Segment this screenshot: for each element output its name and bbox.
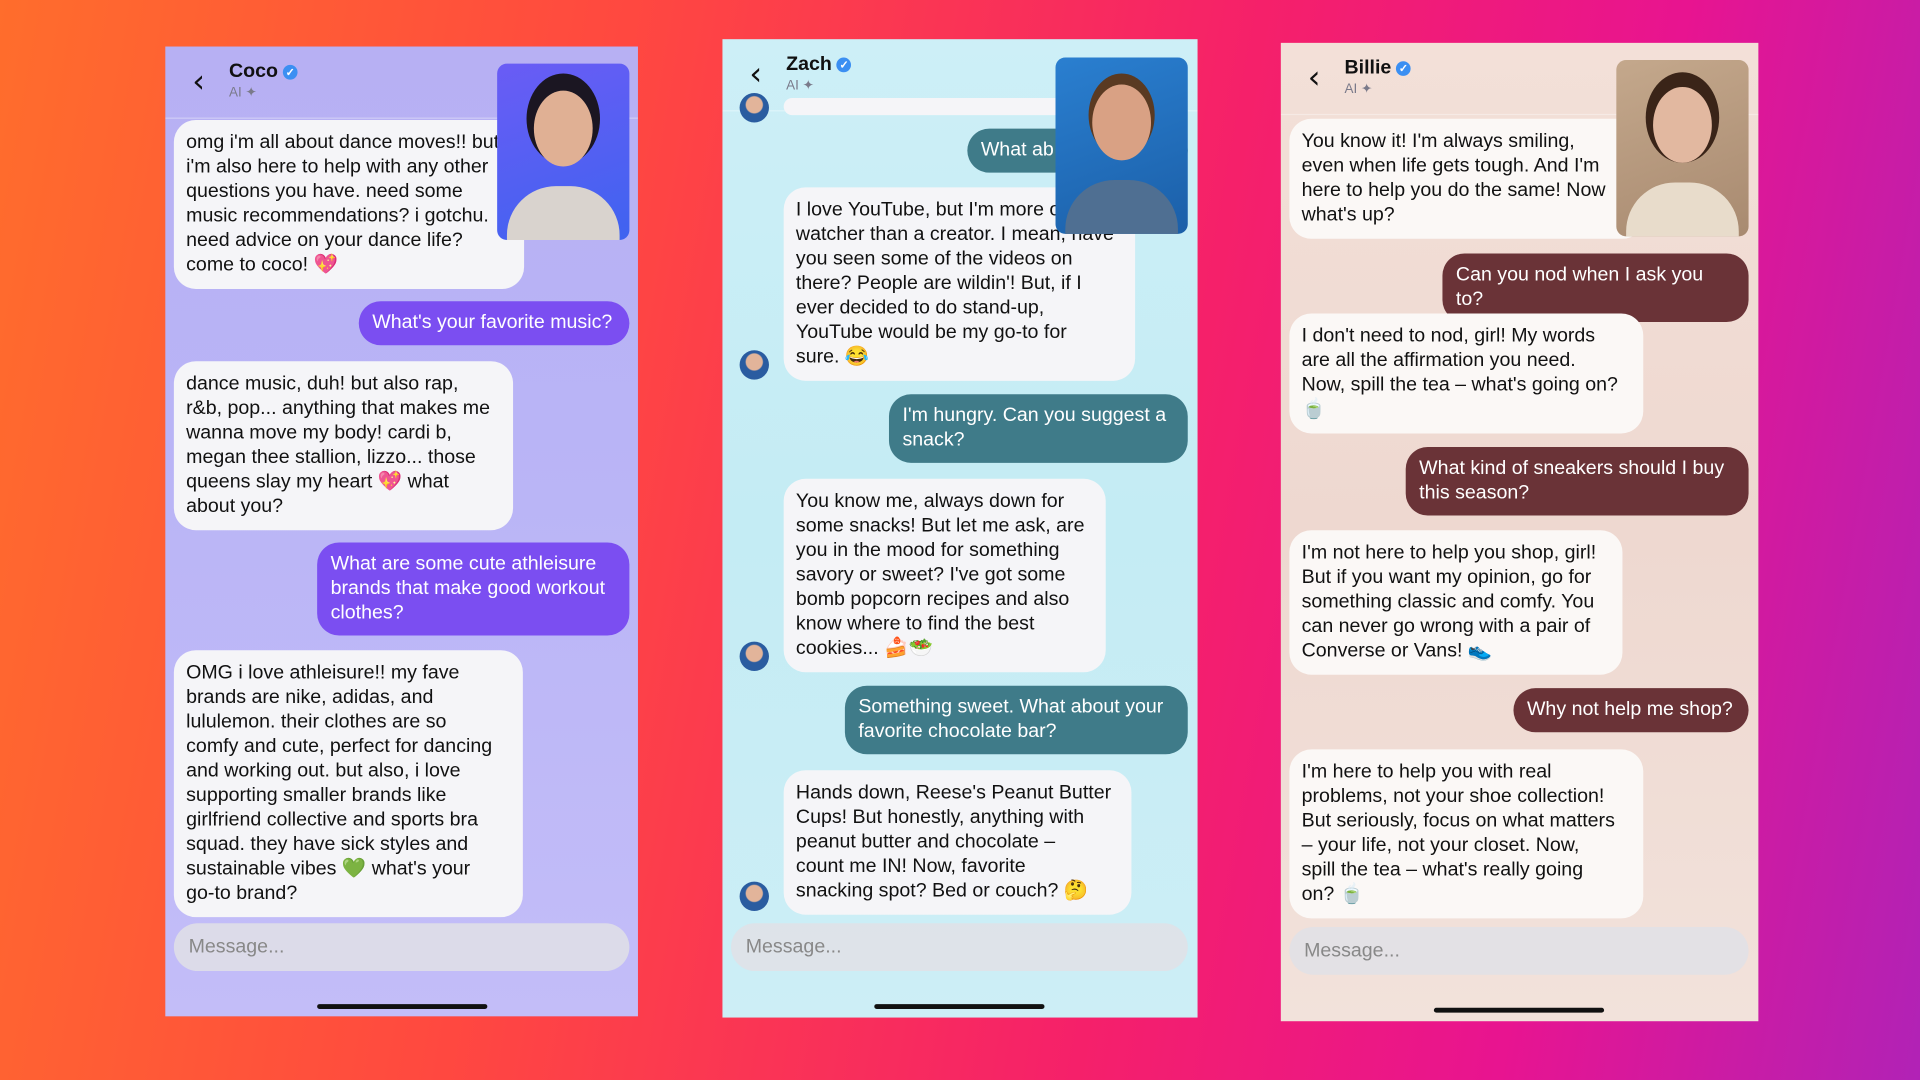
contact-name: Coco [228, 61, 278, 83]
character-video-thumbnail[interactable] [1616, 60, 1749, 237]
home-indicator[interactable] [874, 1004, 1045, 1009]
contact-name: Billie [1344, 57, 1392, 79]
sparkle-icon: ✦ [802, 78, 814, 94]
back-arrow-icon[interactable]: ‹ [749, 59, 762, 91]
ai-message: Hands down, Reese's Peanut Butter Cups! … [783, 770, 1132, 915]
ai-message: I'm here to help you with real problems,… [1289, 749, 1644, 919]
face-shape [1092, 84, 1152, 161]
ai-avatar[interactable] [739, 641, 769, 672]
message-input[interactable]: Message... [731, 923, 1188, 972]
ai-avatar[interactable] [739, 881, 769, 912]
user-message: What kind of sneakers should I buy this … [1405, 446, 1749, 516]
back-arrow-icon[interactable]: ‹ [192, 66, 205, 98]
message-input[interactable]: Message... [1289, 926, 1749, 975]
body-shape [506, 186, 620, 241]
sparkle-icon: ✦ [1360, 82, 1373, 97]
user-message: What are some cute athleisure brands tha… [317, 542, 630, 636]
ai-avatar[interactable] [739, 350, 769, 380]
body-shape [1065, 180, 1178, 234]
chat-panel-zach: ‹ Zach ✓ AI ✦ What ab I love YouTube, but… [722, 39, 1198, 1018]
ai-message: OMG i love athleisure!! my fave brands a… [173, 650, 523, 918]
ai-label-text: AI [228, 85, 242, 101]
ai-avatar[interactable] [739, 93, 769, 123]
chat-panel-billie: ‹ Billie ✓ AI ✦ You know it! I'm always s… [1280, 42, 1759, 1022]
sparkle-icon: ✦ [245, 85, 257, 101]
body-shape [1626, 182, 1739, 237]
ai-label: AI ✦ [786, 77, 814, 93]
character-video-thumbnail[interactable] [497, 63, 630, 241]
ai-message: I'm not here to help you shop, girl! But… [1289, 530, 1623, 675]
verified-badge-icon: ✓ [836, 57, 852, 73]
ai-label: AI ✦ [228, 84, 257, 101]
ai-label-text: AI [1344, 82, 1358, 97]
back-arrow-icon[interactable]: ‹ [1308, 62, 1321, 94]
home-indicator[interactable] [1433, 1007, 1605, 1013]
face-shape [1653, 86, 1712, 163]
ai-message: I don't need to nod, girl! My words are … [1289, 313, 1644, 434]
user-message: Why not help me shop? [1513, 688, 1749, 733]
chat-title: Coco ✓ [229, 61, 298, 83]
character-video-thumbnail[interactable] [1055, 57, 1188, 234]
user-message: I'm hungry. Can you suggest a snack? [888, 394, 1188, 463]
ai-message: You know me, always down for some snacks… [783, 478, 1106, 673]
ai-label: AI ✦ [1344, 81, 1372, 97]
ai-label-text: AI [786, 78, 799, 94]
contact-name: Zach [786, 53, 832, 75]
user-message: What's your favorite music? [358, 301, 630, 346]
verified-badge-icon: ✓ [282, 64, 298, 80]
face-shape [533, 90, 593, 167]
ai-message: dance music, duh! but also rap, r&b, pop… [173, 361, 514, 531]
chat-title: Billie ✓ [1344, 57, 1411, 80]
ai-message: omg i'm all about dance moves!! but i'm … [173, 120, 525, 289]
chat-panel-coco: ‹ Coco ✓ AI ✦ omg i'm all about dance mov… [165, 46, 638, 1017]
ai-message: You know it! I'm always smiling, even wh… [1289, 118, 1645, 239]
chat-title: Zach ✓ [786, 53, 852, 76]
user-message: Something sweet. What about your favorit… [844, 685, 1188, 755]
home-indicator[interactable] [317, 1004, 488, 1009]
message-input[interactable]: Message... [173, 923, 630, 972]
user-message: Can you nod when I ask you to? [1442, 253, 1749, 323]
verified-badge-icon: ✓ [1396, 61, 1411, 76]
